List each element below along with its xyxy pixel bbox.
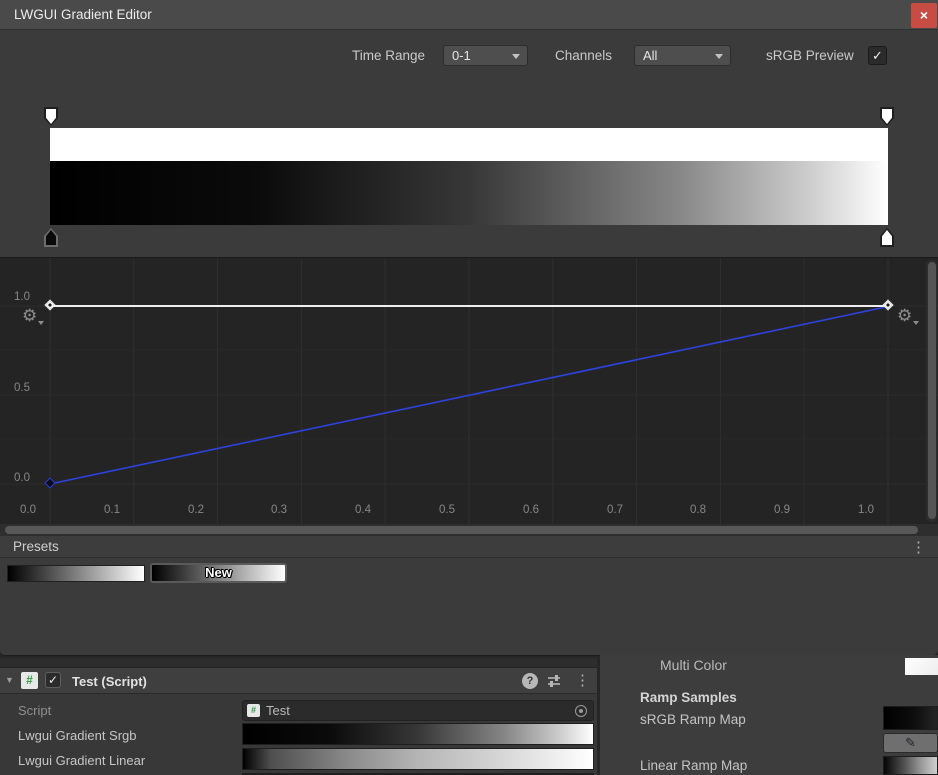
color-marker-left[interactable]: [44, 228, 58, 247]
component-menu-kebab-icon[interactable]: ⋮: [575, 673, 590, 688]
script-object-field[interactable]: # Test: [242, 700, 594, 721]
gradient-editor-window: LWGUI Gradient Editor × Time Range 0-1 C…: [0, 0, 938, 656]
presets-slider-icon[interactable]: [546, 673, 562, 694]
channels-value: All: [643, 48, 657, 63]
gradient-linear-field[interactable]: [242, 748, 594, 770]
alpha-marker-fill: [882, 109, 892, 124]
preset-swatch-new[interactable]: New: [150, 563, 287, 583]
script-object-value: Test: [266, 703, 290, 718]
curve-plot: [0, 258, 938, 525]
ramp-samples-heading: Ramp Samples: [640, 690, 737, 705]
x-tick-6: 0.6: [515, 504, 547, 516]
csharp-script-icon: #: [247, 704, 260, 717]
app-root: LWGUI Gradient Editor × Time Range 0-1 C…: [0, 0, 938, 775]
curve-settings-left[interactable]: ⚙: [22, 306, 37, 326]
gradient-linear-label: Lwgui Gradient Linear: [18, 753, 145, 768]
srgb-preview-label: sRGB Preview: [766, 48, 854, 63]
presets-header: Presets ⋮: [0, 536, 938, 558]
vertical-scrollbar[interactable]: [926, 260, 937, 522]
inspector-component-header[interactable]: ▼ # ✓ Test (Script) ? ⋮: [0, 668, 597, 694]
x-tick-9: 0.9: [766, 504, 798, 516]
time-range-value: 0-1: [452, 48, 471, 63]
chevron-down-icon: [512, 54, 520, 59]
x-tick-1: 0.1: [96, 504, 128, 516]
x-tick-5: 0.5: [431, 504, 463, 516]
gear-dropdown-arrow-icon: [913, 321, 919, 325]
material-panel: Multi Color Ramp Samples sRGB Ramp Map ✎…: [600, 655, 938, 775]
channels-dropdown[interactable]: All: [634, 45, 731, 66]
alpha-marker-right[interactable]: [880, 107, 894, 126]
inspector-panel: ▼ # ✓ Test (Script) ? ⋮ Script # Test Lw…: [0, 658, 597, 775]
alpha-marker-left[interactable]: [44, 107, 58, 126]
foldout-arrow-icon[interactable]: ▼: [5, 675, 14, 685]
object-picker-icon[interactable]: [575, 705, 587, 717]
presets-title: Presets: [13, 539, 59, 554]
x-tick-2: 0.2: [180, 504, 212, 516]
pencil-icon: ✎: [905, 735, 916, 750]
x-tick-7: 0.7: [599, 504, 631, 516]
x-tick-4: 0.4: [347, 504, 379, 516]
component-enabled-checkbox[interactable]: ✓: [45, 672, 61, 688]
x-tick-8: 0.8: [682, 504, 714, 516]
script-row-label: Script: [18, 703, 51, 718]
gear-dropdown-arrow-icon: [38, 321, 44, 325]
y-tick-05: 0.5: [6, 382, 30, 394]
color-marker-right[interactable]: [880, 228, 894, 247]
horizontal-scrollbar[interactable]: [0, 524, 938, 536]
multi-color-swatch[interactable]: [905, 658, 938, 675]
gradient-srgb-field[interactable]: [242, 723, 594, 745]
edit-ramp-button[interactable]: ✎: [883, 733, 938, 753]
title-bar: LWGUI Gradient Editor ×: [0, 0, 938, 30]
x-tick-3: 0.3: [263, 504, 295, 516]
linear-ramp-map-thumbnail[interactable]: [883, 756, 938, 775]
x-tick-0: 0.0: [12, 504, 44, 516]
alpha-marker-fill: [46, 109, 56, 124]
window-title: LWGUI Gradient Editor: [14, 7, 152, 22]
gradient-preview-band[interactable]: [50, 161, 888, 225]
curve-settings-right[interactable]: ⚙: [897, 306, 912, 326]
horizontal-scrollbar-thumb[interactable]: [5, 526, 918, 534]
channels-label: Channels: [555, 48, 612, 63]
gear-icon: ⚙: [897, 306, 912, 325]
chevron-down-icon: [715, 54, 723, 59]
curve-editor[interactable]: 1.0 0.5 0.0 0.0 0.1 0.2 0.3 0.4 0.5 0.6 …: [0, 257, 938, 524]
x-tick-10: 1.0: [850, 504, 882, 516]
y-tick-0: 0.0: [6, 472, 30, 484]
preset-swatch-1[interactable]: [7, 565, 145, 582]
alpha-preview-band[interactable]: [50, 128, 888, 161]
linear-ramp-map-label: Linear Ramp Map: [640, 758, 747, 773]
time-range-dropdown[interactable]: 0-1: [443, 45, 528, 66]
close-button[interactable]: ×: [911, 3, 937, 28]
time-range-label: Time Range: [352, 48, 425, 63]
gear-icon: ⚙: [22, 306, 37, 325]
csharp-script-icon: #: [21, 672, 38, 689]
help-icon[interactable]: ?: [522, 673, 538, 689]
gradient-srgb-label: Lwgui Gradient Srgb: [18, 728, 137, 743]
vertical-scrollbar-thumb[interactable]: [928, 262, 936, 519]
presets-menu-kebab-icon[interactable]: ⋮: [911, 540, 926, 555]
inspector-top-strip: [0, 658, 597, 668]
component-title: Test (Script): [72, 674, 147, 689]
color-marker-fill: [46, 230, 56, 245]
srgb-ramp-map-thumbnail[interactable]: [883, 706, 938, 730]
y-tick-1: 1.0: [6, 291, 30, 303]
srgb-preview-checkbox[interactable]: ✓: [868, 46, 887, 65]
multi-color-label: Multi Color: [660, 657, 727, 673]
color-marker-fill: [882, 230, 892, 245]
srgb-ramp-map-label: sRGB Ramp Map: [640, 712, 746, 727]
